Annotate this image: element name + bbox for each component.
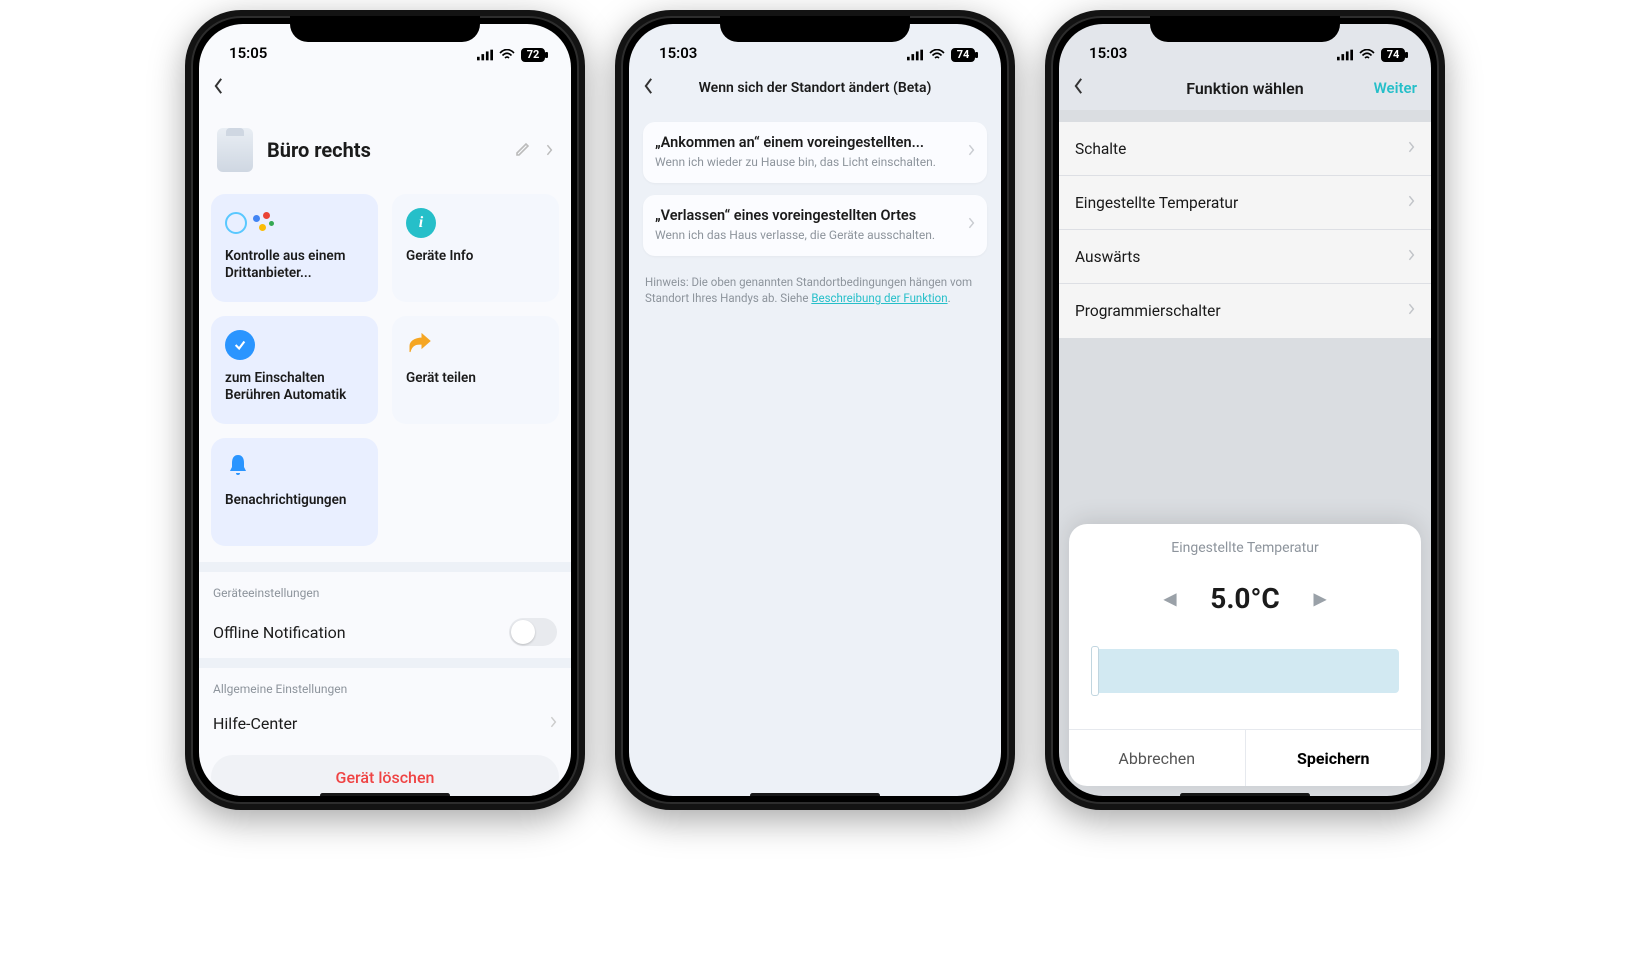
increase-arrow-icon[interactable]: ▶ (1314, 589, 1326, 608)
signal-bars-icon (1337, 49, 1353, 61)
clock: 15:05 (229, 44, 267, 62)
signal-bars-icon (907, 49, 923, 61)
clock: 15:03 (659, 44, 697, 62)
google-assistant-icon (253, 212, 275, 234)
sheet-title: Eingestellte Temperatur (1069, 524, 1421, 582)
row-offline-notification: Offline Notification (211, 606, 559, 658)
home-indicator[interactable] (1180, 793, 1310, 798)
info-icon: i (406, 208, 436, 238)
page-title: Wenn sich der Standort ändert (Beta) (629, 80, 1001, 96)
chevron-right-icon (549, 714, 557, 733)
bell-icon (225, 452, 251, 482)
wifi-icon (929, 49, 945, 61)
chevron-right-icon (967, 142, 975, 161)
function-description-link[interactable]: Beschreibung der Funktion (811, 291, 947, 305)
nav-bar: Funktion wählen Weiter (1059, 66, 1431, 110)
next-button[interactable]: Weiter (1374, 79, 1417, 97)
device-name: Büro rechts (267, 138, 371, 162)
delete-label: Gerät löschen (336, 768, 435, 787)
section-title-device-settings: Geräteeinstellungen (211, 572, 559, 606)
share-icon (406, 330, 432, 360)
nav-bar (199, 66, 571, 110)
battery-icon: 72 (521, 48, 545, 62)
row-help-center[interactable]: Hilfe-Center (211, 702, 559, 745)
slider-handle[interactable] (1091, 646, 1099, 696)
save-button[interactable]: Speichern (1246, 730, 1422, 786)
card-device-info[interactable]: i Geräte Info (392, 194, 559, 302)
home-indicator[interactable] (750, 793, 880, 798)
notch (290, 16, 480, 42)
card-subtitle: Wenn ich wieder zu Hause bin, das Licht … (655, 155, 959, 169)
notch (1150, 16, 1340, 42)
card-label: Benachrichtigungen (225, 492, 364, 509)
chevron-right-icon (967, 215, 975, 234)
wifi-icon (1359, 49, 1375, 61)
offline-notification-toggle[interactable] (509, 618, 557, 646)
notch (720, 16, 910, 42)
device-header[interactable]: Büro rechts (211, 110, 559, 194)
card-label: Geräte Info (406, 248, 545, 265)
section-separator (199, 562, 571, 572)
chevron-right-icon (545, 138, 553, 162)
delete-device-button[interactable]: Gerät löschen (211, 755, 559, 796)
temperature-value: 5.0°C (1210, 582, 1279, 615)
card-notifications[interactable]: Benachrichtigungen (211, 438, 378, 546)
card-label: Kontrolle aus einem Drittanbieter... (225, 248, 364, 282)
section-title-general: Allgemeine Einstellungen (211, 668, 559, 702)
edit-icon[interactable] (515, 138, 531, 162)
nav-bar: Wenn sich der Standort ändert (Beta) (629, 66, 1001, 110)
card-share-device[interactable]: Gerät teilen (392, 316, 559, 424)
battery-icon: 74 (1381, 48, 1405, 62)
battery-icon: 74 (951, 48, 975, 62)
card-title: „Verlassen“ eines voreingestellten Ortes (655, 207, 959, 224)
wifi-icon (499, 49, 515, 61)
temperature-value-row: ◀ 5.0°C ▶ (1069, 582, 1421, 649)
thermostat-icon (217, 128, 253, 172)
card-arrive-location[interactable]: „Ankommen an“ einem voreingestellten... … (643, 122, 987, 183)
clock: 15:03 (1089, 44, 1127, 62)
card-subtitle: Wenn ich das Haus verlasse, die Geräte a… (655, 228, 959, 242)
back-button[interactable] (643, 77, 671, 99)
row-label: Offline Notification (213, 623, 346, 642)
home-indicator[interactable] (320, 793, 450, 798)
temperature-sheet: Eingestellte Temperatur ◀ 5.0°C ▶ Abbrec… (1069, 524, 1421, 786)
card-title: „Ankommen an“ einem voreingestellten... (655, 134, 959, 151)
back-button[interactable] (213, 77, 241, 99)
check-icon (225, 330, 255, 360)
decrease-arrow-icon[interactable]: ◀ (1164, 589, 1176, 608)
card-label: zum Einschalten Berühren Automatik (225, 370, 364, 404)
row-label: Hilfe-Center (213, 714, 297, 733)
card-label: Gerät teilen (406, 370, 545, 387)
card-tap-to-run[interactable]: zum Einschalten Berühren Automatik (211, 316, 378, 424)
location-hint-text: Hinweis: Die oben genannten Standortbedi… (643, 268, 987, 312)
back-button[interactable] (1073, 77, 1101, 99)
card-leave-location[interactable]: „Verlassen“ eines voreingestellten Ortes… (643, 195, 987, 256)
signal-bars-icon (477, 49, 493, 61)
section-separator (199, 658, 571, 668)
cancel-button[interactable]: Abbrechen (1069, 730, 1246, 786)
alexa-icon (225, 212, 247, 234)
card-third-party-control[interactable]: Kontrolle aus einem Drittanbieter... (211, 194, 378, 302)
temperature-slider[interactable] (1091, 649, 1399, 693)
